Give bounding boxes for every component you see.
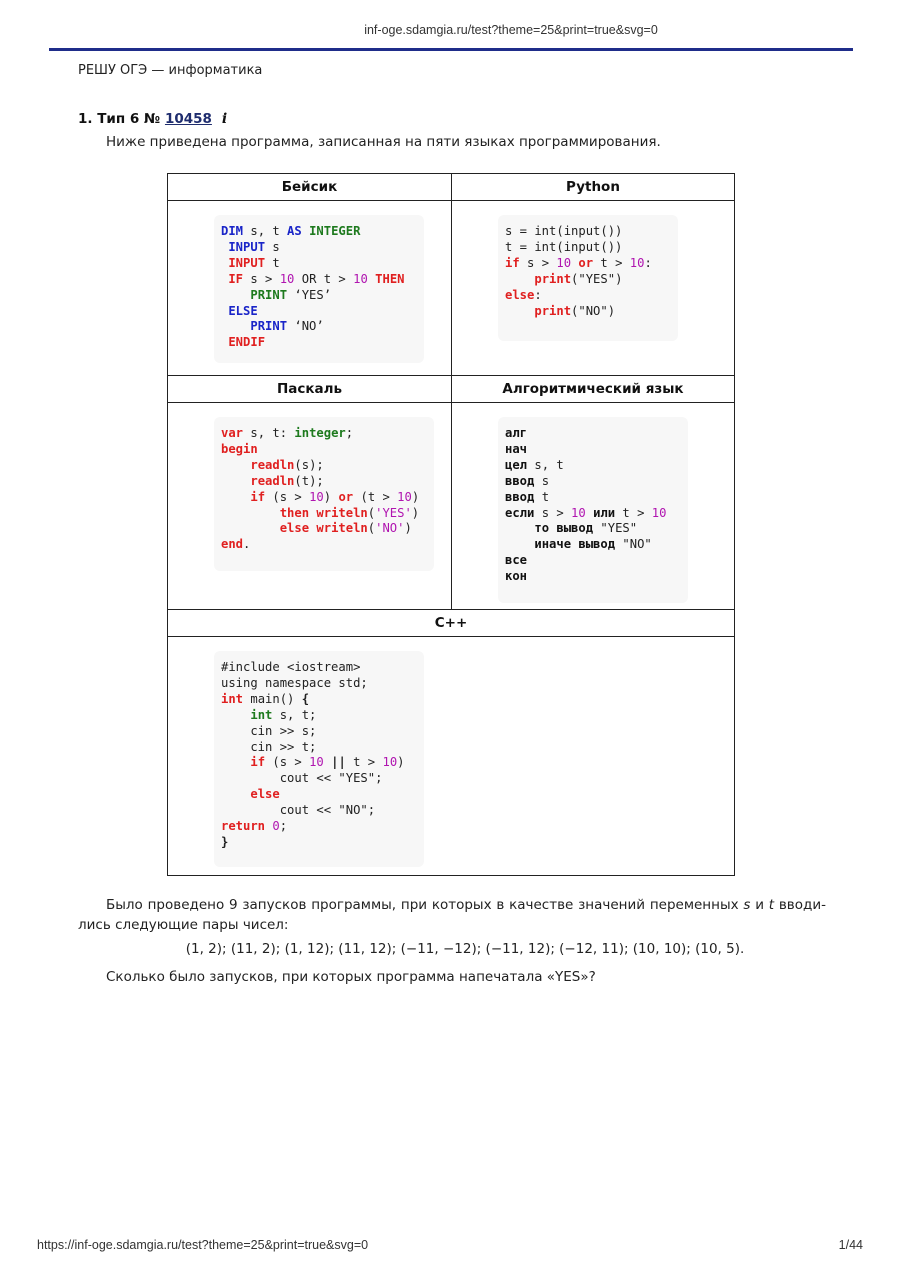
footer-page-number: 1/44 [838, 1238, 863, 1252]
site-title: РЕШУ ОГЭ — информатика [78, 63, 263, 78]
cpp-code: #include <iostream> using namespace std;… [221, 660, 405, 849]
code-table: Бейсик Python DIM s, t AS INTEGER INPUT … [167, 173, 735, 876]
page-header-url: inf-oge.sdamgia.ru/test?theme=25&print=t… [0, 23, 900, 37]
header-divider [49, 48, 853, 51]
task-number-link[interactable]: 10458 [165, 111, 212, 127]
runs-and: и [750, 897, 769, 913]
runs-text-1: Было проведено 9 запусков программы, при… [106, 897, 744, 913]
basic-header: Бейсик [167, 173, 452, 201]
task-heading: 1. Тип 6 № 10458 i [78, 111, 227, 127]
info-icon[interactable]: i [222, 111, 227, 127]
runs-paragraph: Было проведено 9 запусков программы, при… [78, 895, 826, 935]
algo-header: Алгоритмический язык [451, 375, 735, 403]
basic-code: DIM s, t AS INTEGER INPUT s INPUT t IF s… [221, 224, 405, 350]
question-text: Сколько было запусков, при которых прогр… [106, 969, 596, 985]
pascal-code: var s, t: integer; begin readln(s); read… [221, 426, 420, 552]
pascal-header: Паскаль [167, 375, 452, 403]
cpp-header: C++ [167, 609, 735, 637]
algo-cell: алг нач цел s, t ввод s ввод t если s > … [451, 402, 735, 610]
task-intro: Ниже приведена программа, записанная на … [106, 134, 661, 150]
pascal-cell: var s, t: integer; begin readln(s); read… [167, 402, 452, 610]
footer-url: https://inf-oge.sdamgia.ru/test?theme=25… [37, 1238, 369, 1252]
python-cell: s = int(input()) t = int(input()) if s >… [451, 200, 735, 376]
task-prefix: 1. Тип 6 № [78, 111, 165, 127]
algo-code: алг нач цел s, t ввод s ввод t если s > … [505, 426, 667, 584]
input-pairs: (1, 2); (11, 2); (1, 12); (11, 12); (−11… [185, 941, 745, 957]
python-code: s = int(input()) t = int(input()) if s >… [505, 224, 652, 318]
basic-cell: DIM s, t AS INTEGER INPUT s INPUT t IF s… [167, 200, 452, 376]
python-header: Python [451, 173, 735, 201]
cpp-cell: #include <iostream> using namespace std;… [167, 636, 735, 876]
header-url-text: inf-oge.sdamgia.ru/test?theme=25&print=t… [364, 23, 658, 37]
